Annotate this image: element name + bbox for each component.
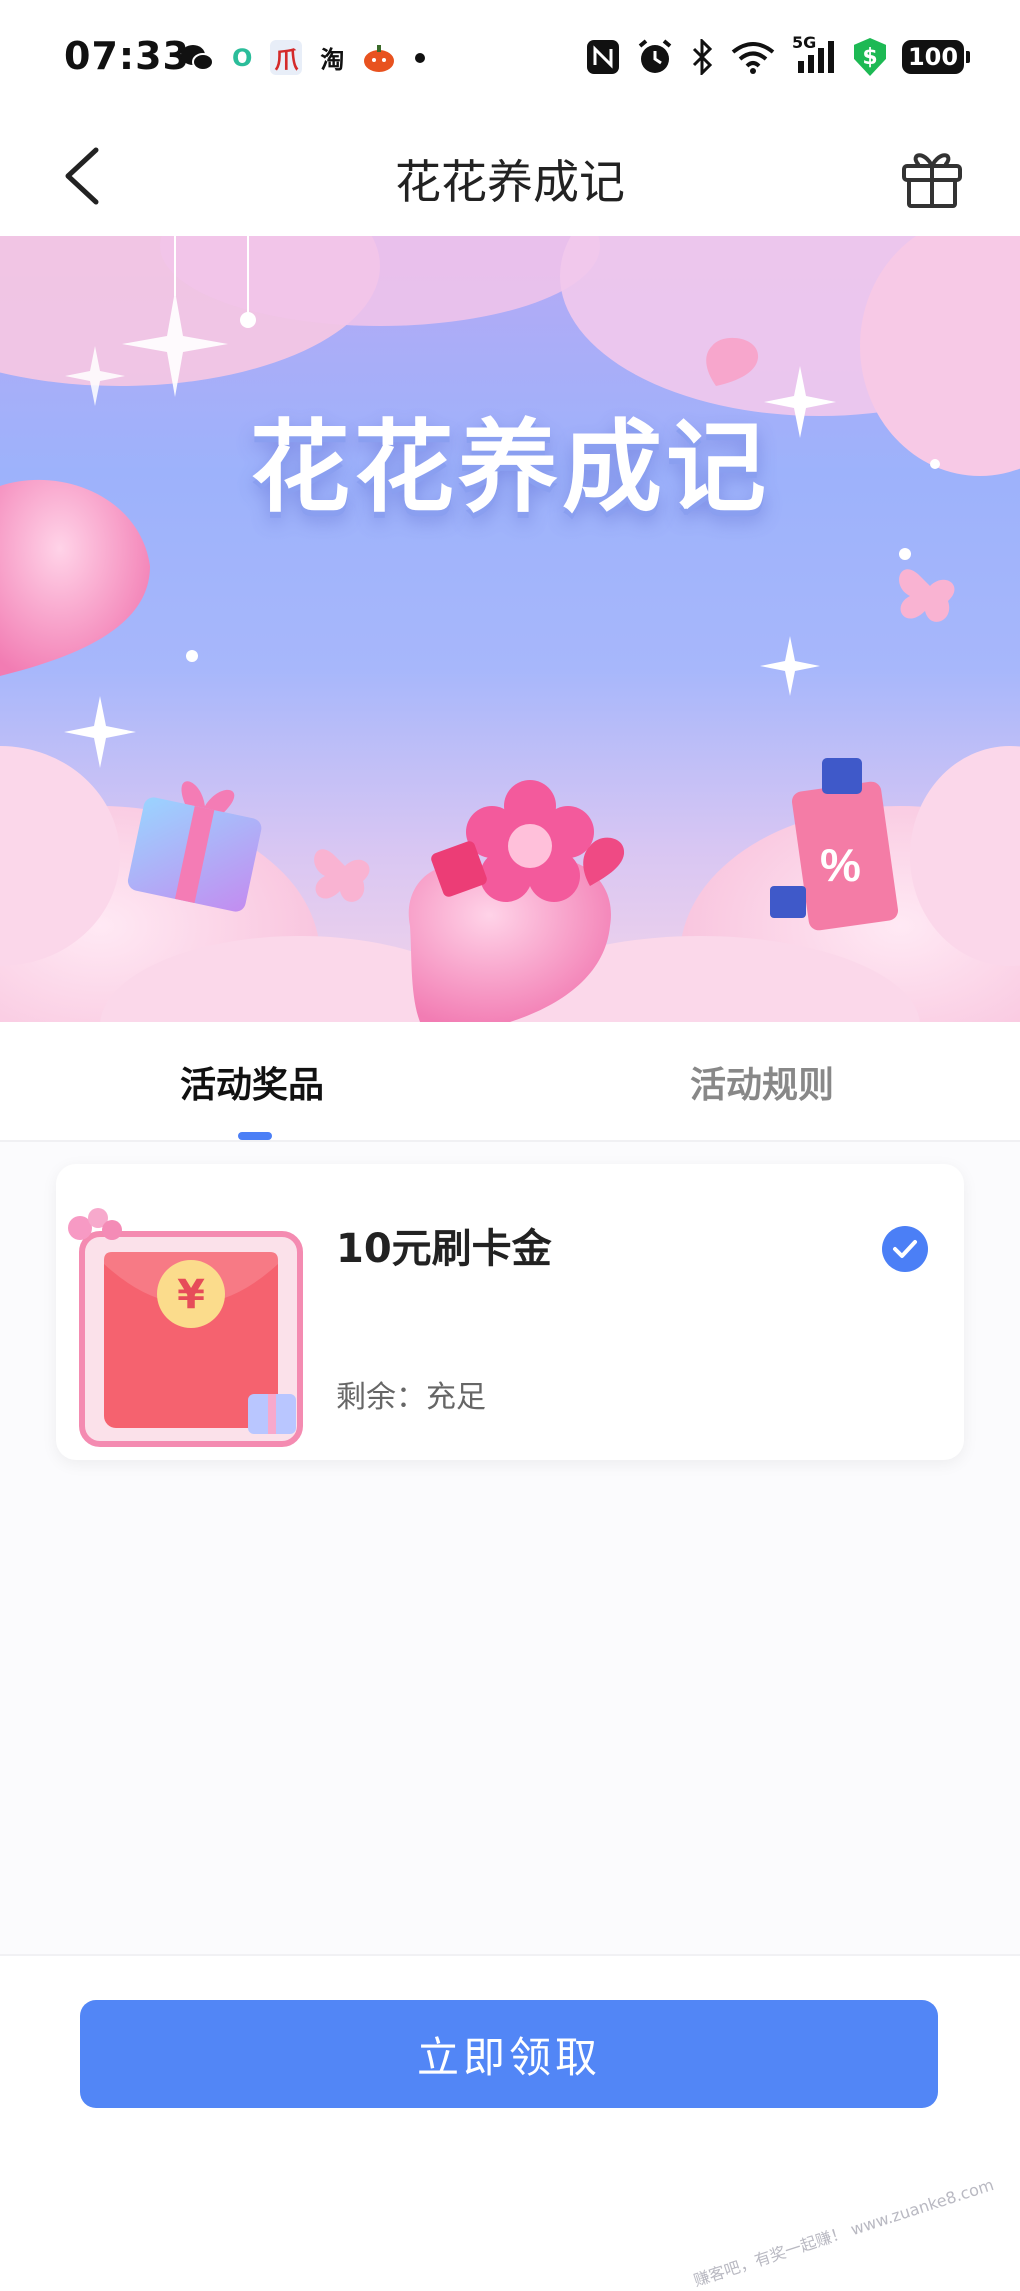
prize-name: 10元刷卡金: [336, 1226, 552, 1272]
watermark: 赚客吧，有奖一起赚！ www.zuanke8.com: [690, 2174, 996, 2291]
claim-now-button[interactable]: 立即领取: [80, 2000, 938, 2108]
wifi-icon: [730, 40, 776, 74]
prize-list: ¥ 10元刷卡金 剩余：充足: [0, 1142, 1020, 1954]
pumpkin-icon: [362, 43, 396, 73]
red-packet-icon: ¥: [68, 1208, 303, 1447]
network-type-label: 5G: [792, 33, 817, 52]
banner-title: 花花养成记: [250, 409, 770, 526]
prize-remaining: 剩余：充足: [336, 1380, 486, 1415]
banner-illustration: %: [0, 236, 1020, 1022]
notification-icons: O 爪 淘: [180, 40, 426, 75]
page-title: 花花养成记: [395, 155, 625, 209]
currency-symbol: ¥: [177, 1272, 205, 1318]
cellular-signal-icon: 5G: [792, 33, 838, 75]
taobao-icon: 淘: [320, 46, 345, 74]
tab-prizes[interactable]: 活动奖品: [180, 1056, 324, 1108]
status-time: 07:33: [64, 34, 190, 78]
svg-text:%: %: [820, 839, 861, 891]
nfc-icon: [586, 39, 620, 75]
system-icons: 5G $ 100: [586, 33, 970, 76]
app-o-icon: O: [232, 43, 253, 72]
nav-bar: 花花养成记: [0, 118, 1020, 236]
tab-active-indicator: [238, 1132, 272, 1140]
wechat-icon: [180, 43, 214, 73]
bluetooth-icon: [690, 39, 714, 75]
alarm-icon: [636, 38, 674, 76]
battery-icon: 100: [902, 40, 970, 74]
app-pdd-icon: 爪: [270, 40, 303, 75]
bottom-action-bar: 立即领取 赚客吧，有奖一起赚！ www.zuanke8.com: [0, 1954, 1020, 2290]
prize-card[interactable]: ¥ 10元刷卡金 剩余：充足: [56, 1164, 964, 1460]
dot-icon: [414, 52, 426, 64]
gift-button[interactable]: [896, 140, 968, 212]
selected-check-icon[interactable]: [882, 1226, 928, 1272]
tab-rules[interactable]: 活动规则: [690, 1056, 834, 1108]
event-banner: % 花花养成记: [0, 236, 1020, 1022]
status-bar: 07:33 O 爪 淘 5G $ 100: [0, 0, 1020, 118]
tab-bar: 活动奖品 活动规则: [0, 1022, 1020, 1142]
security-shield-icon: $: [854, 38, 886, 76]
gift-icon: [902, 153, 962, 208]
